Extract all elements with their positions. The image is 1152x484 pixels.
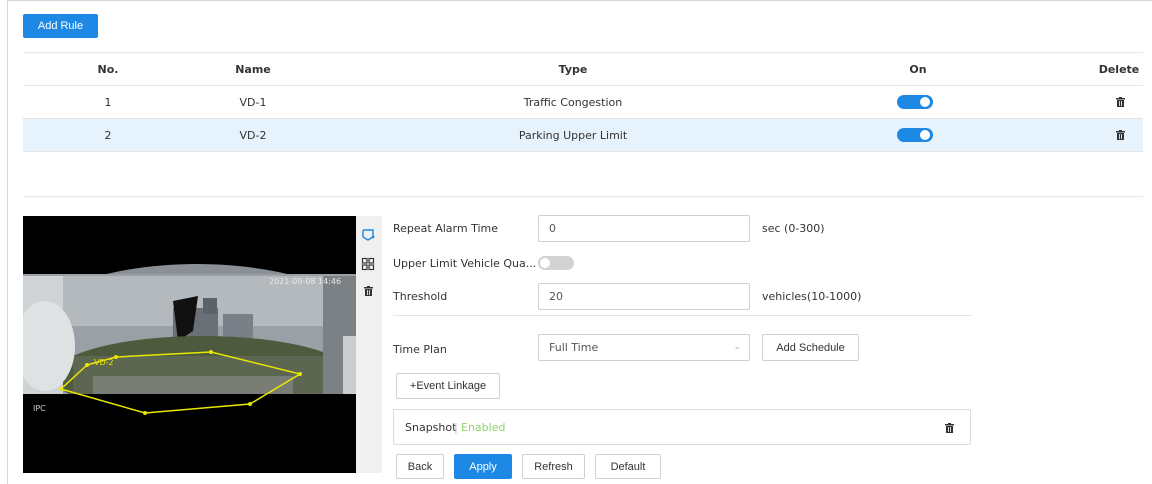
video-channel-label: IPC [33, 404, 46, 413]
repeat-alarm-unit: sec (0-300) [762, 222, 825, 235]
apply-button[interactable]: Apply [454, 454, 512, 479]
table-header: No. Name Type On Delete [23, 52, 1143, 85]
delete-icon[interactable] [945, 423, 954, 433]
grid-icon[interactable] [361, 257, 375, 271]
delete-icon[interactable] [1116, 97, 1125, 107]
row-type: Parking Upper Limit [518, 129, 628, 142]
draw-region-icon[interactable] [361, 228, 375, 242]
header-no: No. [97, 63, 119, 76]
video-timestamp: 2021-09-08 14:46 [269, 277, 342, 286]
rule-on-toggle[interactable] [897, 95, 933, 109]
rule-on-toggle[interactable] [897, 128, 933, 142]
table-row[interactable]: 1 VD-1 Traffic Congestion [23, 85, 1143, 118]
row-name: VD-2 [239, 129, 267, 142]
threshold-input[interactable]: 20 [538, 283, 750, 310]
clear-icon[interactable] [364, 286, 373, 296]
drawing-toolbar [356, 216, 382, 473]
back-button[interactable]: Back [396, 454, 444, 479]
header-type: Type [558, 63, 588, 76]
delete-icon[interactable] [1116, 130, 1125, 140]
header-delete: Delete [1098, 63, 1140, 76]
row-name: VD-1 [239, 96, 267, 109]
section-divider [393, 315, 971, 316]
table-row[interactable]: 2 VD-2 Parking Upper Limit [23, 118, 1143, 151]
add-rule-button[interactable]: Add Rule [23, 14, 98, 38]
time-plan-select[interactable]: Full Time ⌄ [538, 334, 750, 361]
repeat-alarm-input[interactable]: 0 [538, 215, 750, 242]
default-button[interactable]: Default [595, 454, 661, 479]
repeat-alarm-label: Repeat Alarm Time [393, 222, 498, 235]
rules-table: No. Name Type On Delete 1 VD-1 Traffic C… [23, 52, 1143, 197]
camera-scene [23, 216, 371, 473]
header-on: On [909, 63, 927, 76]
snapshot-status: Enabled [461, 421, 506, 434]
snapshot-linkage-row: Snapshot | Enabled [393, 409, 971, 445]
video-preview[interactable]: 2021-09-08 14:46 VD-2 IPC [23, 216, 371, 473]
snapshot-separator: | [454, 421, 458, 434]
header-name: Name [235, 63, 271, 76]
event-linkage-button[interactable]: +Event Linkage [396, 373, 500, 399]
time-plan-label: Time Plan [393, 343, 447, 356]
threshold-unit: vehicles(10-1000) [762, 290, 862, 303]
time-plan-value: Full Time [549, 341, 599, 354]
refresh-button[interactable]: Refresh [522, 454, 585, 479]
chevron-down-icon: ⌄ [733, 342, 741, 352]
upper-limit-label: Upper Limit Vehicle Qua... [393, 257, 537, 270]
upper-limit-toggle[interactable] [538, 256, 574, 270]
region-label: VD-2 [94, 358, 114, 367]
add-schedule-button[interactable]: Add Schedule [762, 334, 859, 361]
row-no: 2 [104, 129, 112, 142]
table-empty-area [23, 151, 1143, 197]
snapshot-label: Snapshot [405, 421, 457, 434]
threshold-label: Threshold [393, 290, 448, 303]
row-type: Traffic Congestion [523, 96, 623, 109]
row-no: 1 [104, 96, 112, 109]
